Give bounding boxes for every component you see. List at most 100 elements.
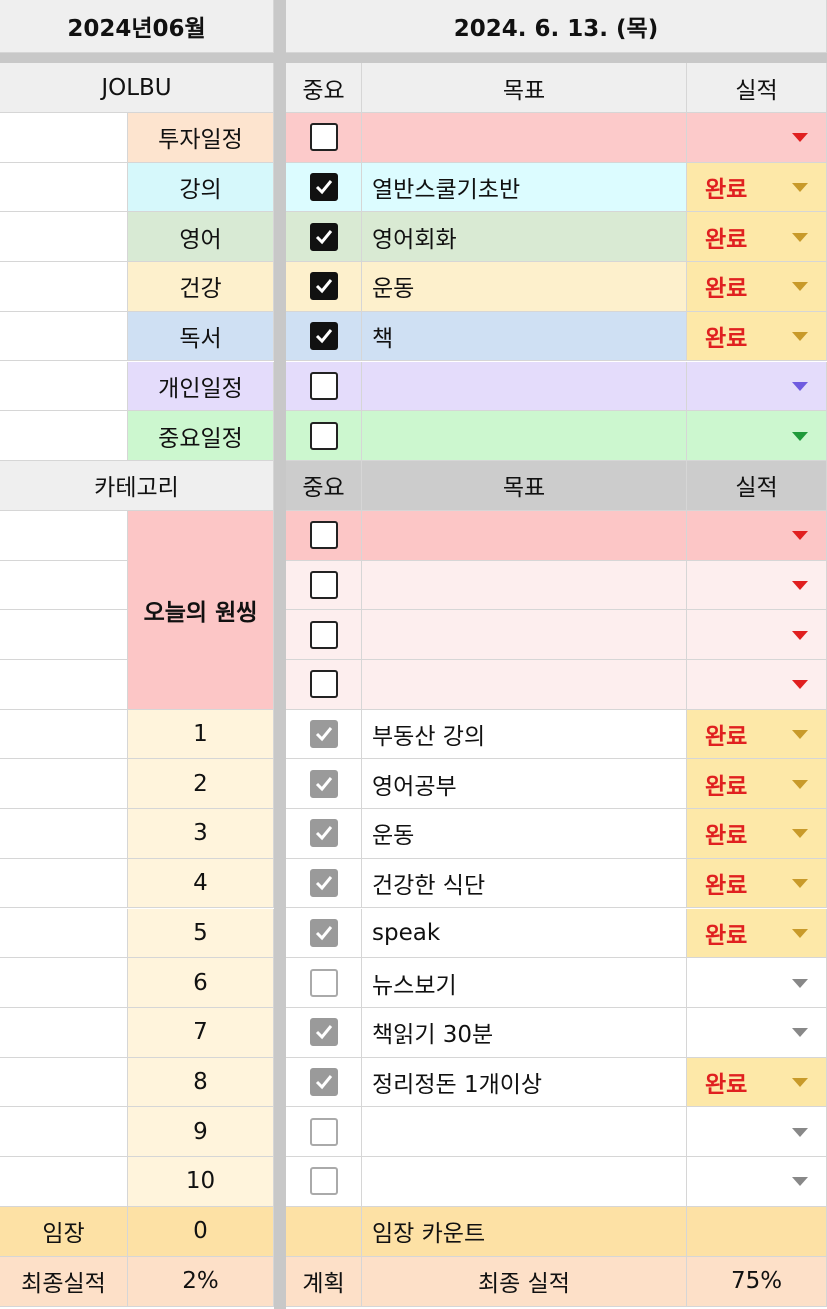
dropdown-arrow-icon[interactable] [792, 879, 808, 889]
task-goal-cell[interactable]: 운동 [362, 809, 687, 859]
onething-result-cell[interactable] [687, 610, 827, 660]
task-goal-cell[interactable]: 뉴스보기 [362, 958, 687, 1008]
onething-goal-cell[interactable] [362, 610, 687, 660]
dropdown-arrow-icon[interactable] [792, 531, 808, 541]
dropdown-arrow-icon[interactable] [792, 1077, 808, 1087]
checkmark-icon [315, 229, 332, 244]
row-number-text: 7 [193, 1019, 208, 1046]
dropdown-arrow-icon[interactable] [792, 232, 808, 242]
dropdown-arrow-icon[interactable] [792, 431, 808, 441]
goal-cell[interactable]: 책 [362, 311, 687, 362]
result-cell[interactable]: 완료 [687, 262, 827, 312]
task-goal-cell-text: 운동 [372, 823, 415, 850]
dropdown-arrow-icon[interactable] [792, 779, 808, 789]
imjang-count-label: 임장 카운트 [362, 1206, 687, 1257]
important-checkbox[interactable] [309, 123, 338, 152]
goal-cell[interactable] [362, 411, 687, 461]
goal-cell[interactable]: 영어회화 [362, 212, 687, 263]
goal-cell[interactable]: 운동 [362, 262, 687, 312]
dropdown-arrow-icon[interactable] [792, 282, 808, 292]
task-goal-cell[interactable]: 정리정돈 1개이상 [362, 1057, 687, 1108]
task-checkbox[interactable] [309, 968, 338, 997]
onething-goal-cell[interactable] [362, 510, 687, 561]
result-cell[interactable] [687, 411, 827, 461]
dropdown-arrow-icon[interactable] [792, 680, 808, 690]
task-goal-cell[interactable]: 영어공부 [362, 759, 687, 810]
onething-checkbox[interactable] [309, 521, 338, 550]
dropdown-arrow-icon[interactable] [792, 1028, 808, 1038]
task-result-cell[interactable]: 완료 [687, 759, 827, 810]
dropdown-arrow-icon[interactable] [792, 332, 808, 342]
important-checkbox[interactable] [309, 322, 338, 351]
column-divider [274, 0, 286, 1309]
task-result-cell[interactable] [687, 1157, 827, 1207]
task-goal-cell[interactable] [362, 1157, 687, 1207]
onething-result-cell[interactable] [687, 510, 827, 561]
result-cell[interactable] [687, 361, 827, 412]
dropdown-arrow-icon[interactable] [792, 1127, 808, 1137]
dropdown-arrow-icon[interactable] [792, 978, 808, 988]
task-checkbox[interactable] [309, 769, 338, 798]
task-checkbox[interactable] [309, 918, 338, 947]
important-checkbox[interactable] [309, 272, 338, 301]
onething-checkbox[interactable] [309, 570, 338, 599]
important-cell [286, 411, 362, 461]
onething-result-cell[interactable] [687, 560, 827, 611]
task-checkbox[interactable] [309, 1117, 338, 1146]
dropdown-arrow-icon[interactable] [792, 133, 808, 143]
dropdown-arrow-icon[interactable] [792, 580, 808, 590]
task-result-cell[interactable]: 완료 [687, 908, 827, 959]
important-checkbox[interactable] [309, 222, 338, 251]
task-goal-cell[interactable]: speak [362, 908, 687, 959]
blank-cell [0, 113, 128, 163]
dropdown-arrow-icon[interactable] [792, 381, 808, 391]
task-checkbox[interactable] [309, 819, 338, 848]
result-cell[interactable] [687, 113, 827, 163]
onething-result-cell[interactable] [687, 660, 827, 710]
dropdown-arrow-icon[interactable] [792, 928, 808, 938]
dropdown-arrow-icon[interactable] [792, 829, 808, 839]
task-checkbox[interactable] [309, 1067, 338, 1096]
onething-checkbox[interactable] [309, 670, 338, 699]
result-cell[interactable]: 완료 [687, 162, 827, 213]
onething-goal-cell[interactable] [362, 660, 687, 710]
dropdown-arrow-icon[interactable] [792, 630, 808, 640]
task-checkbox[interactable] [309, 869, 338, 898]
task-result-cell[interactable] [687, 1107, 827, 1157]
goal-cell[interactable] [362, 113, 687, 163]
important-checkbox[interactable] [309, 371, 338, 400]
date-title: 2024. 6. 13. (목) [286, 0, 827, 53]
task-checkbox[interactable] [309, 720, 338, 749]
task-goal-cell[interactable]: 부동산 강의 [362, 709, 687, 760]
blank-cell [0, 709, 128, 760]
onething-checkbox[interactable] [309, 620, 338, 649]
final-result-label-text: 최종 실적 [478, 1271, 570, 1298]
task-checkbox[interactable] [309, 1167, 338, 1196]
blank-cell [0, 262, 128, 312]
task-checkbox[interactable] [309, 1018, 338, 1047]
dropdown-arrow-icon[interactable] [792, 1177, 808, 1187]
result-cell[interactable]: 완료 [687, 212, 827, 263]
final-label-text: 최종실적 [21, 1271, 106, 1298]
task-result-cell[interactable] [687, 958, 827, 1008]
col-result-header-text: 실적 [735, 475, 778, 502]
important-checkbox[interactable] [309, 421, 338, 450]
dropdown-arrow-icon[interactable] [792, 730, 808, 740]
task-result-cell[interactable]: 완료 [687, 858, 827, 909]
task-goal-cell[interactable] [362, 1107, 687, 1157]
task-goal-cell-text: 부동산 강의 [372, 724, 486, 751]
dropdown-arrow-icon[interactable] [792, 183, 808, 193]
important-checkbox[interactable] [309, 173, 338, 202]
task-goal-cell[interactable]: 책읽기 30분 [362, 1007, 687, 1058]
onething-goal-cell[interactable] [362, 560, 687, 611]
result-cell[interactable]: 완료 [687, 311, 827, 362]
goal-cell[interactable]: 열반스쿨기초반 [362, 162, 687, 213]
task-result-cell[interactable] [687, 1007, 827, 1058]
task-result-cell[interactable]: 완료 [687, 809, 827, 859]
result-done-text: 완료 [705, 724, 748, 751]
task-goal-cell[interactable]: 건강한 식단 [362, 858, 687, 909]
goal-cell[interactable] [362, 361, 687, 412]
task-result-cell[interactable]: 완료 [687, 709, 827, 760]
row-number-text: 10 [185, 1168, 216, 1195]
task-result-cell[interactable]: 완료 [687, 1057, 827, 1108]
